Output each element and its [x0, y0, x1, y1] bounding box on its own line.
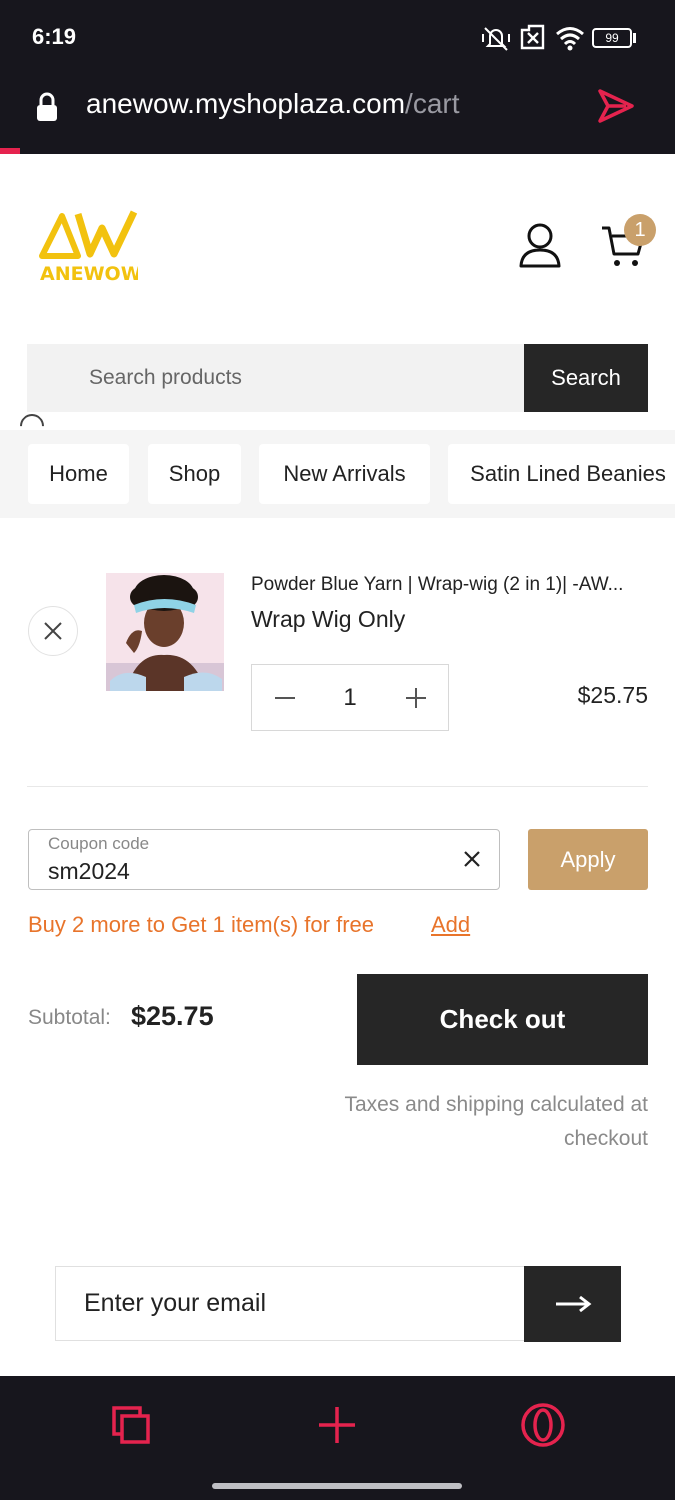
decrease-quantity-button[interactable] [262, 676, 308, 720]
cart-count-badge: 1 [624, 214, 656, 246]
lock-icon [37, 92, 57, 121]
mute-vibrate-icon [482, 27, 510, 51]
coupon-input[interactable] [48, 856, 438, 886]
quantity-value[interactable]: 1 [320, 664, 380, 731]
wifi-icon [556, 27, 584, 51]
url-domain: anewow.myshoplaza.com [86, 88, 406, 119]
anewow-logo[interactable]: ANEWOW [38, 206, 138, 286]
nav-item-new-arrivals[interactable]: New Arrivals [259, 444, 430, 504]
nav-item-home[interactable]: Home [28, 444, 129, 504]
product-variant: Wrap Wig Only [251, 606, 406, 632]
tabs-icon[interactable] [110, 1404, 152, 1446]
tax-shipping-note: Taxes and shipping calculated at checkou… [344, 1093, 648, 1150]
remove-item-button[interactable] [28, 606, 78, 656]
subtotal-label: Subtotal: [28, 1006, 111, 1029]
newsletter-submit-button[interactable] [524, 1266, 621, 1342]
promo-add-link[interactable]: Add [431, 912, 470, 938]
search-input[interactable] [27, 344, 524, 412]
search-button[interactable]: Search [524, 344, 648, 412]
apply-coupon-button[interactable]: Apply [528, 829, 648, 890]
brand-name: ANEWOW [40, 263, 138, 285]
promo-message: Buy 2 more to Get 1 item(s) for free [28, 912, 375, 937]
no-sim-icon [520, 24, 545, 50]
email-input[interactable] [56, 1267, 524, 1340]
nav-item-shop[interactable]: Shop [148, 444, 241, 504]
divider [27, 786, 648, 787]
clear-coupon-icon[interactable] [458, 845, 486, 873]
nav-item-satin-lined-beanies[interactable]: Satin Lined Beanies [448, 444, 675, 504]
line-item-price: $25.75 [577, 682, 648, 708]
coupon-label: Coupon code [48, 834, 150, 853]
url-bar[interactable]: anewow.myshoplaza.com/cart [86, 88, 460, 120]
new-tab-plus-icon[interactable] [316, 1404, 358, 1446]
battery-tip [633, 33, 636, 43]
send-icon[interactable] [596, 86, 636, 126]
opera-menu-icon[interactable] [520, 1402, 566, 1448]
battery-icon: 99 [592, 28, 632, 48]
checkout-button[interactable]: Check out [357, 974, 648, 1065]
increase-quantity-button[interactable] [393, 676, 439, 720]
subtotal-value: $25.75 [131, 1001, 214, 1031]
close-icon [44, 622, 62, 640]
page-load-progress [0, 148, 20, 154]
url-path: /cart [405, 88, 460, 119]
home-indicator[interactable] [212, 1483, 462, 1489]
user-account-icon[interactable] [516, 222, 564, 270]
product-title[interactable]: Powder Blue Yarn | Wrap-wig (2 in 1)| -A… [251, 574, 651, 596]
battery-level: 99 [605, 31, 619, 45]
status-time: 6:19 [32, 24, 77, 49]
category-nav: Home Shop New Arrivals Satin Lined Beani… [0, 430, 675, 518]
arrow-right-icon [555, 1295, 591, 1313]
product-image[interactable] [106, 573, 224, 691]
